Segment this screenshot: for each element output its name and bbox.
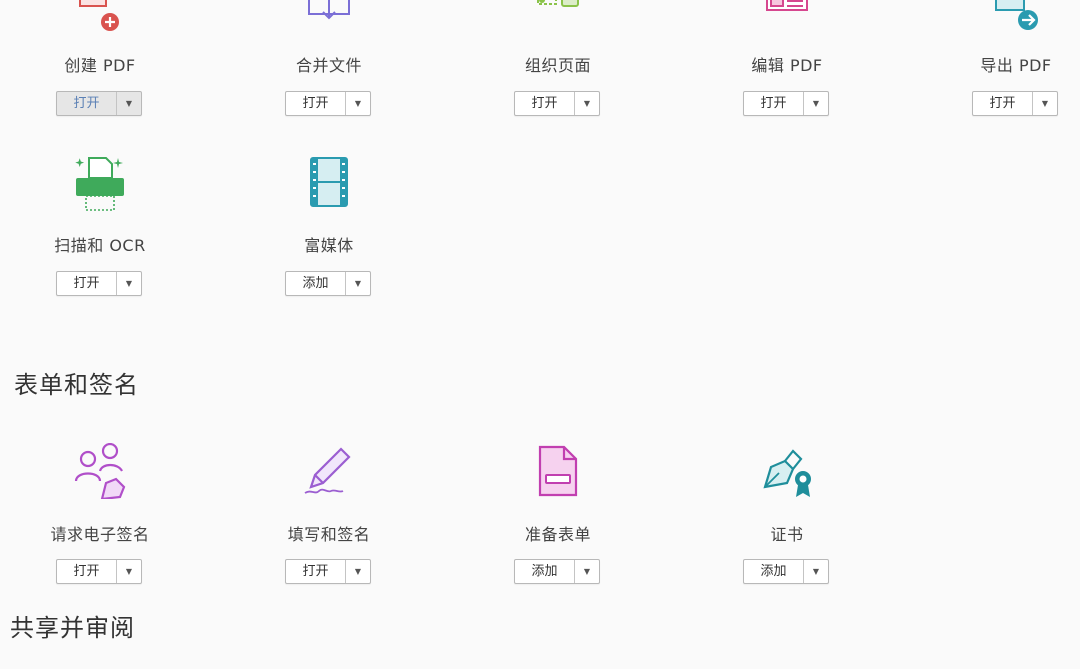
tool-label: 证书	[770, 525, 804, 544]
export-pdf-icon[interactable]	[988, 0, 1044, 32]
add-split-button[interactable]: 添加 ▼	[285, 271, 371, 296]
create-pdf-icon[interactable]	[72, 0, 128, 32]
chevron-down-icon[interactable]: ▼	[804, 92, 828, 115]
open-split-button[interactable]: 打开 ▼	[514, 91, 600, 116]
open-split-button[interactable]: 打开 ▼	[56, 271, 142, 296]
tool-label: 填写和签名	[287, 525, 371, 544]
tool-label: 创建 PDF	[64, 56, 136, 75]
chevron-down-icon[interactable]: ▼	[117, 272, 141, 295]
chevron-down-icon[interactable]: ▼	[117, 92, 141, 115]
open-button[interactable]: 打开	[57, 272, 117, 295]
open-split-button[interactable]: 打开 ▼	[743, 91, 829, 116]
chevron-down-icon[interactable]: ▼	[117, 560, 141, 583]
chevron-down-icon[interactable]: ▼	[346, 272, 370, 295]
scan-ocr-icon[interactable]	[72, 156, 128, 212]
tool-label: 编辑 PDF	[751, 56, 823, 75]
open-button[interactable]: 打开	[515, 92, 575, 115]
open-button[interactable]: 打开	[57, 560, 117, 583]
chevron-down-icon[interactable]: ▼	[1033, 92, 1057, 115]
add-button[interactable]: 添加	[515, 560, 575, 583]
section-title-forms: 表单和签名	[14, 371, 139, 399]
open-split-button[interactable]: 打开 ▼	[285, 559, 371, 584]
request-esign-icon[interactable]	[72, 443, 128, 499]
open-button[interactable]: 打开	[744, 92, 804, 115]
tool-label: 合并文件	[295, 56, 362, 75]
rich-media-icon[interactable]	[301, 156, 357, 212]
tool-label: 请求电子签名	[50, 525, 150, 544]
add-split-button[interactable]: 添加 ▼	[514, 559, 600, 584]
chevron-down-icon[interactable]: ▼	[346, 92, 370, 115]
tool-label: 准备表单	[524, 525, 591, 544]
open-split-button[interactable]: 打开 ▼	[285, 91, 371, 116]
section-title-share: 共享并审阅	[10, 614, 135, 642]
chevron-down-icon[interactable]: ▼	[575, 92, 599, 115]
open-split-button[interactable]: 打开 ▼	[56, 559, 142, 584]
open-button[interactable]: 打开	[286, 560, 346, 583]
chevron-down-icon[interactable]: ▼	[575, 560, 599, 583]
open-button[interactable]: 打开	[973, 92, 1033, 115]
organize-pages-icon[interactable]	[530, 0, 586, 32]
prepare-form-icon[interactable]	[530, 443, 586, 499]
tool-label: 组织页面	[524, 56, 591, 75]
certificates-icon[interactable]	[759, 443, 815, 499]
open-button[interactable]: 打开	[57, 92, 117, 115]
open-button[interactable]: 打开	[286, 92, 346, 115]
add-split-button[interactable]: 添加 ▼	[743, 559, 829, 584]
edit-pdf-icon[interactable]	[759, 0, 815, 32]
add-button[interactable]: 添加	[744, 560, 804, 583]
add-button[interactable]: 添加	[286, 272, 346, 295]
tool-label: 富媒体	[304, 236, 354, 255]
tool-label: 扫描和 OCR	[54, 236, 146, 255]
chevron-down-icon[interactable]: ▼	[346, 560, 370, 583]
open-split-button[interactable]: 打开 ▼	[56, 91, 142, 116]
chevron-down-icon[interactable]: ▼	[804, 560, 828, 583]
combine-files-icon[interactable]	[301, 0, 357, 32]
fill-sign-icon[interactable]	[301, 443, 357, 499]
tool-label: 导出 PDF	[980, 56, 1052, 75]
open-split-button[interactable]: 打开 ▼	[972, 91, 1058, 116]
